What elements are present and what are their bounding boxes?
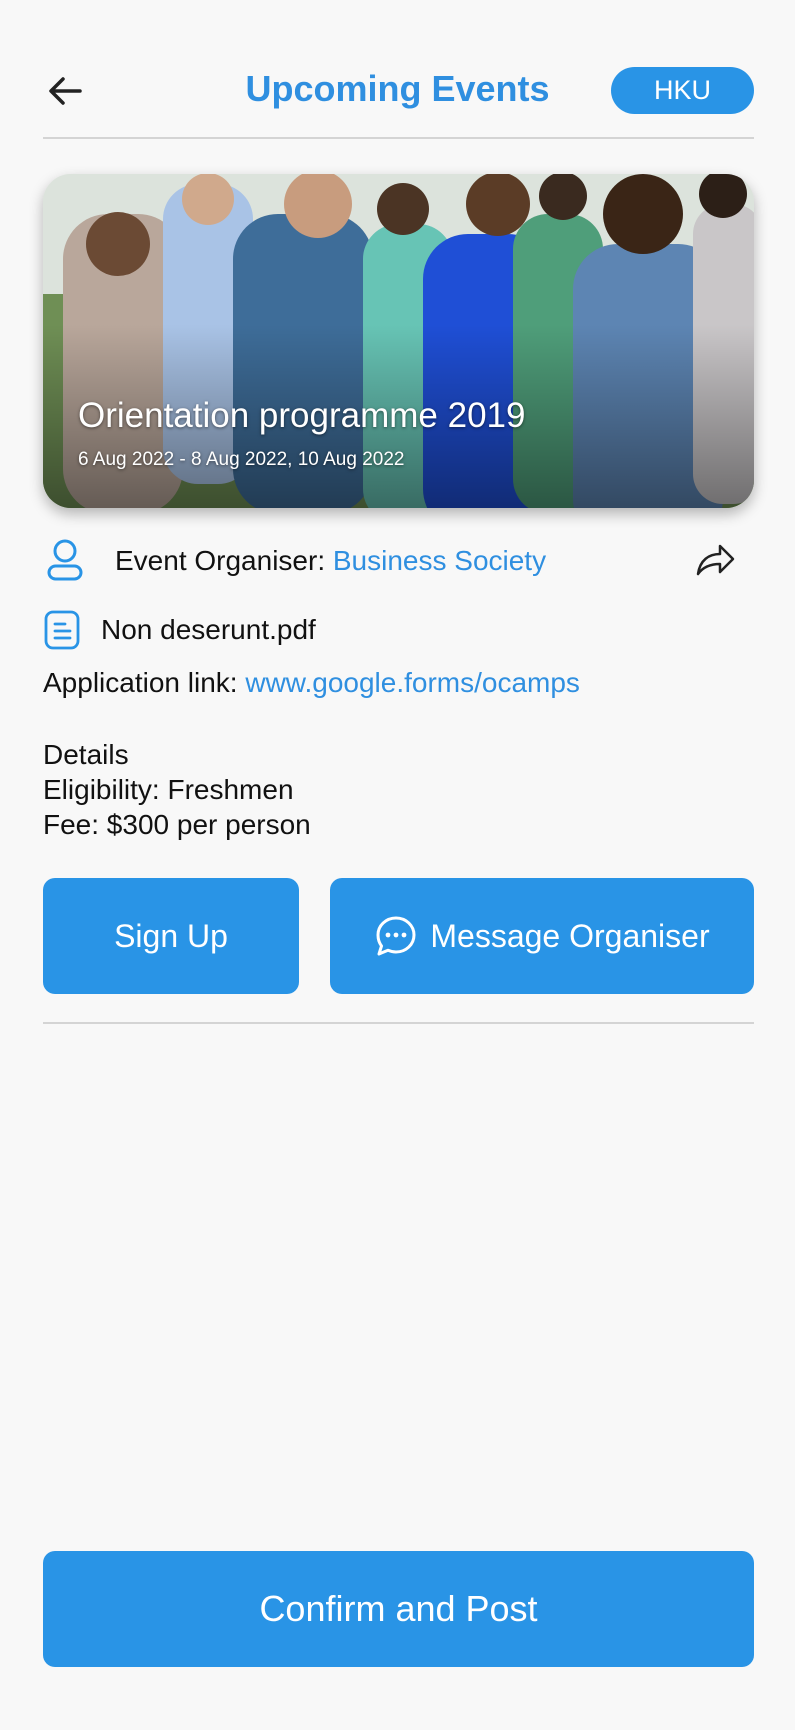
share-icon[interactable] <box>694 542 736 578</box>
organiser-row: Event Organiser: Business Society <box>43 536 754 586</box>
attachment-filename[interactable]: Non deserunt.pdf <box>101 614 316 646</box>
details-eligibility: Eligibility: Freshmen <box>43 774 294 805</box>
organiser-link[interactable]: Business Society <box>333 545 546 576</box>
organiser-text: Event Organiser: Business Society <box>115 545 546 577</box>
message-organiser-label: Message Organiser <box>430 917 710 954</box>
user-icon <box>47 539 83 581</box>
attachment-row[interactable]: Non deserunt.pdf <box>43 607 316 653</box>
confirm-label: Confirm and Post <box>259 1588 538 1629</box>
top-bar: Upcoming Events HKU <box>0 0 795 140</box>
hku-badge[interactable]: HKU <box>611 67 754 114</box>
application-link[interactable]: www.google.forms/ocamps <box>245 667 580 698</box>
details-fee: Fee: $300 per person <box>43 809 311 840</box>
details-heading: Details <box>43 739 129 770</box>
event-title: Orientation programme 2019 <box>78 396 526 435</box>
confirm-and-post-button[interactable]: Confirm and Post <box>43 1551 754 1667</box>
application-link-row: Application link: www.google.forms/ocamp… <box>43 667 580 699</box>
message-organiser-button[interactable]: Message Organiser <box>330 878 754 994</box>
event-banner[interactable]: Orientation programme 2019 6 Aug 2022 - … <box>43 174 754 508</box>
content-divider <box>43 1022 754 1024</box>
document-icon <box>44 610 80 650</box>
chat-bubble-icon <box>376 916 416 956</box>
organiser-label: Event Organiser: <box>115 545 333 576</box>
sign-up-label: Sign Up <box>114 917 228 954</box>
sign-up-button[interactable]: Sign Up <box>43 878 299 994</box>
application-label: Application link: <box>43 667 246 698</box>
header-divider <box>43 137 754 139</box>
event-dates: 6 Aug 2022 - 8 Aug 2022, 10 Aug 2022 <box>78 449 405 470</box>
details-section: Details Eligibility: Freshmen Fee: $300 … <box>43 737 311 842</box>
